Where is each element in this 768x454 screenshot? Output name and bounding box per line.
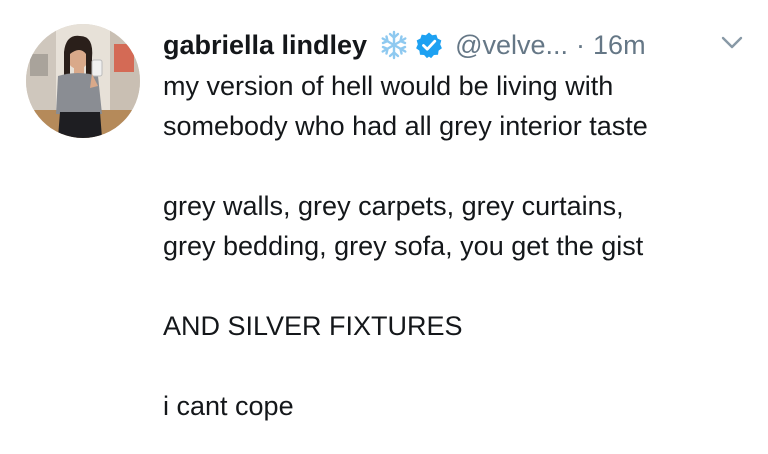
tweet-card[interactable]: gabriella lindley @velve... · 16m my ver…: [0, 0, 768, 454]
tweet-line: grey walls, grey carpets, grey curtains,: [163, 191, 624, 221]
snowflake-icon: [379, 30, 409, 60]
tweet-line: grey bedding, grey sofa, you get the gis…: [163, 231, 644, 261]
tweet-header: gabriella lindley @velve... · 16m: [163, 27, 646, 63]
tweet-line: AND SILVER FIXTURES: [163, 311, 463, 341]
header-separator: ·: [576, 29, 586, 60]
user-handle[interactable]: @velve...: [455, 30, 568, 61]
tweet-timestamp[interactable]: 16m: [593, 30, 646, 61]
tweet-text: my version of hell would be living with …: [163, 66, 753, 426]
verified-badge-icon: [415, 31, 443, 59]
tweet-line: somebody who had all grey interior taste: [163, 111, 648, 141]
avatar[interactable]: [26, 24, 140, 138]
tweet-line: my version of hell would be living with: [163, 71, 614, 101]
display-name[interactable]: gabriella lindley: [163, 30, 367, 61]
chevron-down-icon[interactable]: [720, 35, 744, 51]
tweet-line: i cant cope: [163, 391, 294, 421]
